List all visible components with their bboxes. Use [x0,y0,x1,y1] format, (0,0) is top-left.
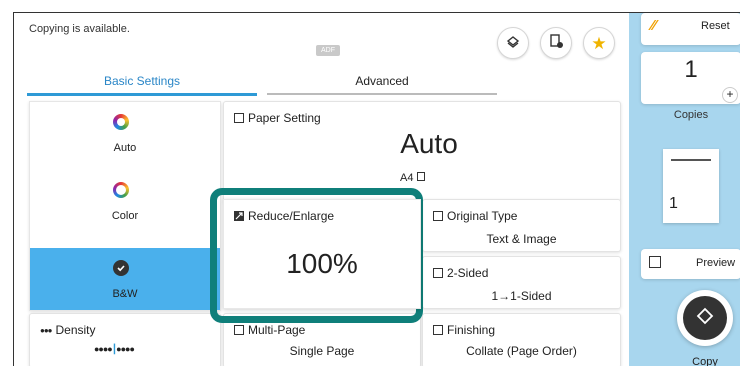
finishing-value: Collate (Page Order) [466,344,577,358]
color-mode-panel: Auto Color B&W [29,101,221,311]
reduce-enlarge-card[interactable]: Reduce/Enlarge 100% [223,199,421,309]
two-sided-value: 1→1-Sided [491,289,552,303]
multi-page-value: Single Page [289,344,355,358]
paper-setting-value: Auto [400,128,458,159]
action-sidebar: ⁄⁄ Reset 1 + Copies 1 Preview Copy [629,13,740,366]
tab-advanced[interactable]: Advanced [267,73,497,95]
density-icon: ●●● [40,325,52,335]
copy-screen: Copying is available. ADF ★ Basic Settin… [13,12,740,366]
reset-label: Reset [701,20,730,32]
finishing-card[interactable]: Finishing Collate (Page Order) [422,313,621,366]
color-mode-color[interactable]: Color [30,170,220,232]
paper-setting-card[interactable]: Paper Setting Auto A4 [223,101,621,202]
density-card[interactable]: ●●● Density ●●●●┃●●●● [29,313,221,366]
card-check-icon [548,33,564,54]
preview-icon [649,256,661,268]
density-title: Density [55,323,96,337]
paper-icon [234,113,244,123]
color-mode-auto[interactable]: Auto [30,102,220,164]
multi-page-title: Multi-Page [248,323,306,337]
color-mode-bw-label: B&W [112,288,138,300]
paper-size: A4 [400,172,425,184]
settings-tabs: Basic Settings Advanced [27,73,497,96]
two-sided-title: 2-Sided [447,266,489,280]
start-diamond-icon [696,307,714,330]
favorite-star-icon: ★ [591,33,607,53]
document-feeder-icon [505,33,521,54]
status-message: Copying is available. [29,23,130,35]
document-feeder-button[interactable] [497,27,529,59]
tab-basic-settings[interactable]: Basic Settings [27,73,257,96]
original-type-card[interactable]: Original Type Text & Image [422,199,621,252]
increment-copies-button[interactable]: + [722,87,738,103]
color-mode-color-label: Color [111,210,139,222]
program-button[interactable] [540,27,572,59]
preview-button[interactable]: Preview [641,249,740,279]
image-icon [433,211,443,221]
auto-color-icon [113,114,129,130]
paper-orientation-icon [416,172,425,181]
resize-icon [234,211,244,221]
page-preview-thumbnail: 1 [663,149,719,223]
preview-label: Preview [696,257,736,269]
adf-indicator: ADF [316,45,340,56]
finishing-title: Finishing [447,323,496,337]
color-mode-auto-label: Auto [113,142,137,154]
reduce-enlarge-title: Reduce/Enlarge [248,209,335,223]
finishing-icon [433,325,443,335]
duplex-icon [433,268,443,278]
favorite-button[interactable]: ★ [583,27,615,59]
original-type-value: Text & Image [486,232,557,246]
multi-page-icon [234,325,244,335]
original-type-title: Original Type [447,209,518,223]
checkmark-icon [113,260,129,276]
main-panel: Copying is available. ADF ★ Basic Settin… [14,13,629,366]
start-copy-button[interactable] [677,290,733,346]
reset-button[interactable]: ⁄⁄ Reset [641,13,740,45]
color-mode-bw[interactable]: B&W [30,248,220,310]
reset-icon: ⁄⁄ [651,17,657,34]
copies-field[interactable]: 1 + [641,52,740,104]
paper-setting-title: Paper Setting [248,111,321,125]
density-scale: ●●●●┃●●●● [94,344,135,354]
color-wheel-icon [113,182,129,198]
copies-value: 1 [684,56,698,83]
reduce-enlarge-value: 100% [286,248,358,279]
copies-label: Copies [673,109,709,121]
two-sided-card[interactable]: 2-Sided 1→1-Sided [422,256,621,309]
